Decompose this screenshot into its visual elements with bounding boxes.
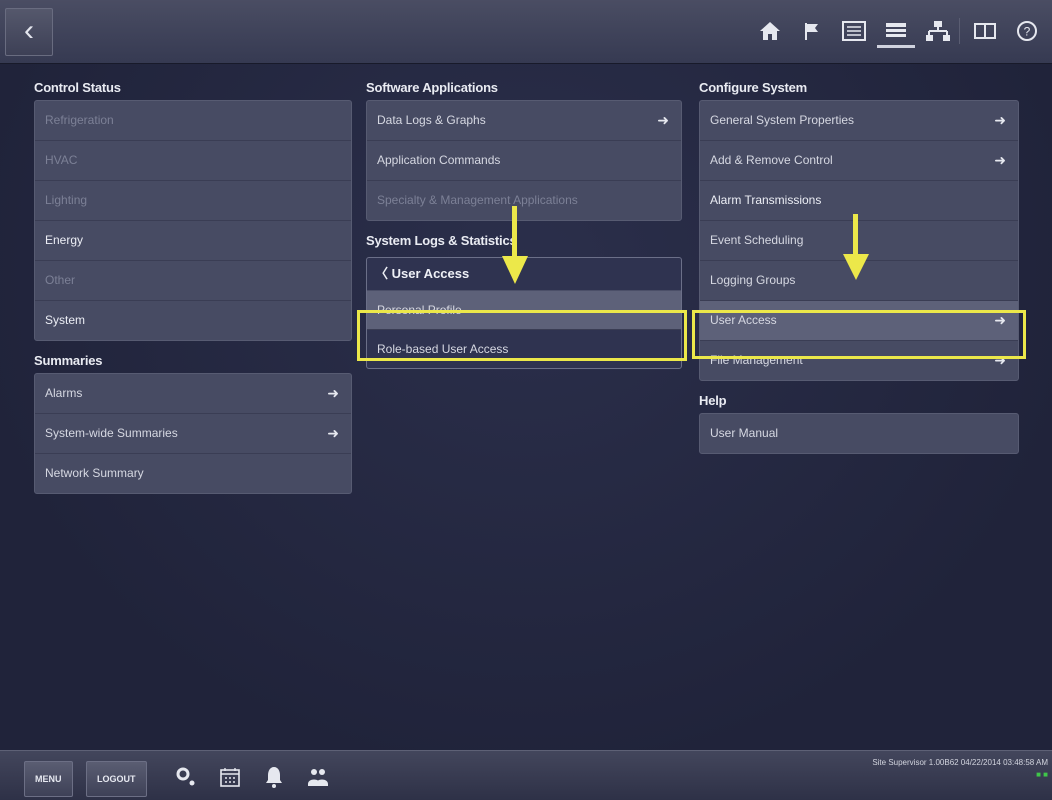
- user-access-submenu: 〈 User Access Personal Profile Role-base…: [366, 257, 682, 369]
- status-area: Site Supervisor 1.00B62 04/22/2014 03:48…: [872, 757, 1048, 781]
- svg-text:?: ?: [1024, 25, 1031, 39]
- configure-item-file-management[interactable]: File Management ➜: [700, 341, 1018, 380]
- summaries-item-label: Alarms: [45, 386, 83, 400]
- control-status-item-lighting: Lighting: [35, 181, 351, 221]
- arrow-right-icon: ➜: [657, 112, 669, 128]
- software-applications-list: Data Logs & Graphs ➜ Application Command…: [366, 100, 682, 221]
- summaries-item-system-wide[interactable]: System-wide Summaries ➜: [35, 414, 351, 454]
- flag-icon[interactable]: [793, 14, 831, 48]
- top-toolbar: ‹ ?: [0, 0, 1052, 64]
- list-icon[interactable]: [877, 14, 915, 48]
- top-icon-group: ?: [747, 14, 1046, 48]
- system-logs-title: System Logs & Statistics: [366, 233, 517, 248]
- arrow-right-icon: ➜: [994, 112, 1006, 128]
- summaries-item-alarms[interactable]: Alarms ➜: [35, 374, 351, 414]
- help-item-user-manual[interactable]: User Manual: [700, 414, 1018, 453]
- home-icon[interactable]: [751, 14, 789, 48]
- bell-icon[interactable]: [260, 763, 288, 791]
- user-access-submenu-title: User Access: [391, 266, 470, 281]
- toolbar-divider: [959, 18, 960, 44]
- help-icon[interactable]: ?: [1008, 14, 1046, 48]
- arrow-right-icon: ➜: [994, 352, 1006, 368]
- back-button[interactable]: ‹: [5, 8, 53, 56]
- configure-item-alarm-transmissions[interactable]: Alarm Transmissions: [700, 181, 1018, 221]
- summaries-title: Summaries: [34, 353, 103, 368]
- software-item-specialty: Specialty & Management Applications: [377, 193, 578, 207]
- summaries-list: Alarms ➜ System-wide Summaries ➜ Network…: [34, 373, 352, 494]
- arrow-right-icon: ➜: [327, 385, 339, 401]
- network-icon[interactable]: [919, 14, 957, 48]
- status-led-icon: ■ ■: [1036, 770, 1048, 779]
- arrow-right-icon: ➜: [994, 152, 1006, 168]
- software-item-application-commands[interactable]: Application Commands: [367, 141, 681, 181]
- help-title: Help: [699, 393, 727, 408]
- configure-item-general-properties[interactable]: General System Properties ➜: [700, 101, 1018, 141]
- bottom-toolbar: MENU LOGOUT Site Supervisor 1.00B62 04/2…: [0, 750, 1052, 800]
- control-status-item-hvac: HVAC: [35, 141, 351, 181]
- configure-system-list: General System Properties ➜ Add & Remove…: [699, 100, 1019, 381]
- column-left: Control Status Refrigeration HVAC Lighti…: [34, 76, 352, 502]
- configure-item-user-access[interactable]: User Access ➜: [700, 301, 1018, 341]
- configure-item-label: Add & Remove Control: [710, 153, 833, 167]
- configure-system-title: Configure System: [699, 80, 808, 95]
- control-status-item-refrigeration: Refrigeration: [35, 101, 351, 141]
- help-list: User Manual: [699, 413, 1019, 454]
- control-status-item-other: Other: [35, 261, 351, 301]
- control-status-title: Control Status: [34, 80, 121, 95]
- summaries-item-label: System-wide Summaries: [45, 426, 178, 440]
- gear-icon[interactable]: [172, 763, 200, 791]
- chevron-left-icon: ‹: [24, 14, 34, 47]
- configure-item-logging-groups[interactable]: Logging Groups: [700, 261, 1018, 301]
- software-item-data-logs[interactable]: Data Logs & Graphs ➜: [367, 101, 681, 141]
- grid-icon[interactable]: [835, 14, 873, 48]
- configure-item-label: File Management: [710, 353, 803, 367]
- users-icon[interactable]: [304, 763, 332, 791]
- control-status-item-energy[interactable]: Energy: [35, 221, 351, 261]
- summaries-item-network[interactable]: Network Summary: [35, 454, 351, 493]
- panels-icon[interactable]: [966, 14, 1004, 48]
- software-applications-title: Software Applications: [366, 80, 498, 95]
- control-status-item-system[interactable]: System: [35, 301, 351, 340]
- main-menu: Control Status Refrigeration HVAC Lighti…: [0, 64, 1052, 750]
- user-access-submenu-header[interactable]: 〈 User Access: [367, 258, 681, 291]
- chevron-left-icon: 〈: [375, 266, 389, 281]
- column-right: Configure System General System Properti…: [699, 76, 1019, 462]
- status-line: Site Supervisor 1.00B62 04/22/2014 03:48…: [872, 758, 1048, 767]
- menu-button[interactable]: MENU: [24, 761, 73, 797]
- control-status-list: Refrigeration HVAC Lighting Energy Other…: [34, 100, 352, 341]
- arrow-right-icon: ➜: [327, 425, 339, 441]
- submenu-item-personal-profile[interactable]: Personal Profile: [367, 291, 681, 330]
- column-middle: Software Applications Data Logs & Graphs…: [366, 76, 682, 369]
- configure-item-add-remove[interactable]: Add & Remove Control ➜: [700, 141, 1018, 181]
- configure-item-event-scheduling[interactable]: Event Scheduling: [700, 221, 1018, 261]
- configure-item-label: General System Properties: [710, 113, 855, 127]
- logout-button[interactable]: LOGOUT: [86, 761, 147, 797]
- software-item-label: Data Logs & Graphs: [377, 113, 486, 127]
- submenu-item-role-based-access[interactable]: Role-based User Access: [367, 330, 681, 368]
- calendar-icon[interactable]: [216, 763, 244, 791]
- arrow-right-icon: ➜: [994, 312, 1006, 328]
- configure-item-label: User Access: [710, 313, 777, 327]
